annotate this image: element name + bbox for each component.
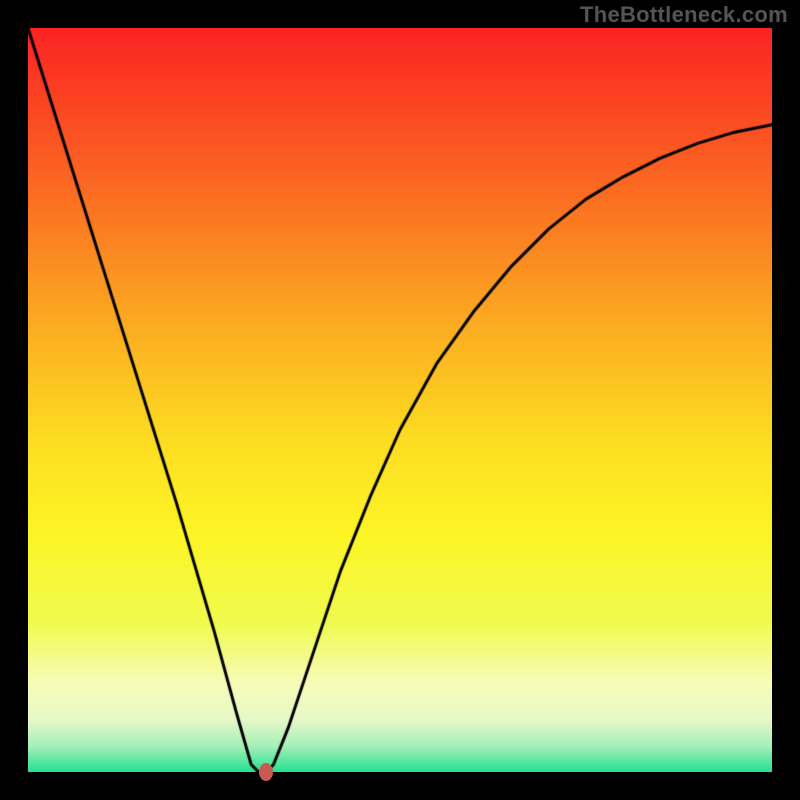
watermark-text: TheBottleneck.com — [580, 2, 788, 28]
minimum-marker — [259, 763, 273, 781]
plot-area — [28, 28, 772, 772]
chart-container: TheBottleneck.com — [0, 0, 800, 800]
bottleneck-curve-canvas — [28, 28, 772, 772]
